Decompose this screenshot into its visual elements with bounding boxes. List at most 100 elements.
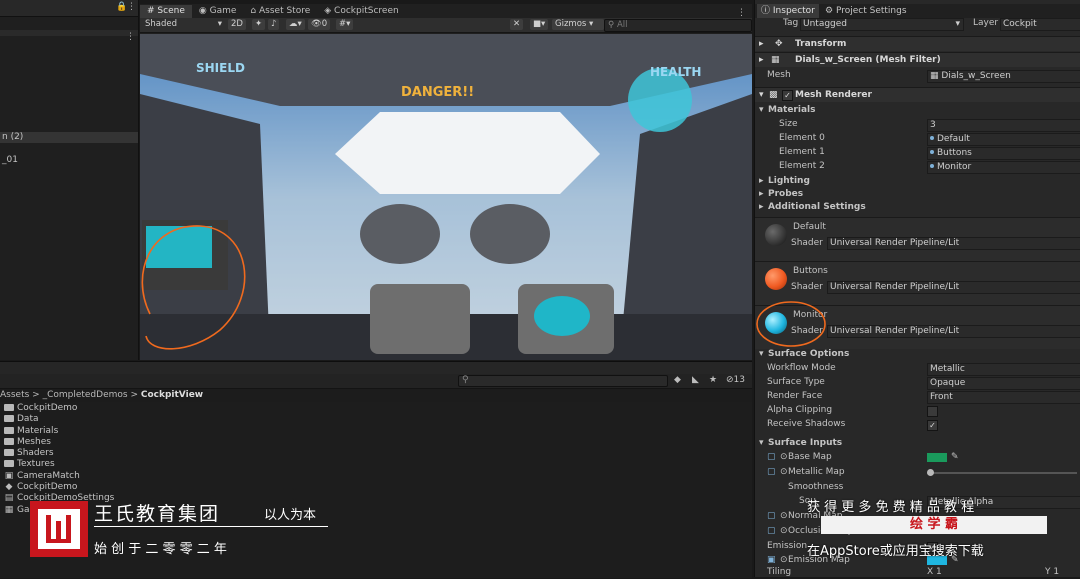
- layer-dropdown[interactable]: Cockpit: [1000, 18, 1080, 31]
- material-default[interactable]: Default Shader Universal Render Pipeline…: [755, 217, 1080, 261]
- tab-scene[interactable]: # Scene: [140, 5, 192, 18]
- texture-slot-icon[interactable]: ▢: [767, 466, 776, 479]
- texture-slot-icon[interactable]: ▢: [767, 525, 776, 538]
- section-label: Surface Inputs: [768, 438, 843, 448]
- hidden-count: 0: [321, 19, 328, 29]
- list-item[interactable]: Textures: [4, 459, 114, 470]
- breadcrumb-item[interactable]: _CompletedDemos: [43, 390, 128, 400]
- shader-value: Universal Render Pipeline/Lit: [830, 238, 960, 248]
- list-item[interactable]: CockpitDemo: [4, 403, 114, 414]
- audio-toggle-icon[interactable]: ♪: [268, 19, 280, 30]
- panel-menu-icon[interactable]: ⋮: [737, 8, 746, 18]
- shader-dropdown[interactable]: Universal Render Pipeline/Lit: [827, 281, 1080, 294]
- tools-icon[interactable]: ✕: [510, 19, 524, 30]
- additional-settings-foldout[interactable]: ▸ Additional Settings: [755, 201, 1080, 214]
- filter-type-icon[interactable]: ◆: [674, 375, 681, 385]
- texture-slot-icon[interactable]: ▢: [767, 510, 776, 523]
- list-item[interactable]: Data: [4, 414, 114, 425]
- shader-dropdown[interactable]: Universal Render Pipeline/Lit: [827, 325, 1080, 338]
- brand-watermark: 王氏教育集团 以人为本 始 创 于 二 零 零 二 年: [30, 497, 330, 557]
- lighting-toggle-icon[interactable]: ✦: [252, 19, 266, 30]
- shader-dropdown[interactable]: Universal Render Pipeline/Lit: [827, 237, 1080, 250]
- hierarchy-panel: 🔒 ⋮ ⋮ n (2) _01: [0, 0, 139, 360]
- filter-label-icon[interactable]: ◣: [692, 375, 699, 385]
- tab-project-settings[interactable]: ⚙ Project Settings: [825, 4, 907, 18]
- hierarchy-item[interactable]: n (2): [0, 132, 138, 143]
- list-item[interactable]: ▣ CameraMatch: [4, 471, 114, 482]
- slider-handle[interactable]: [927, 469, 934, 476]
- property-label: Smoothness: [788, 482, 844, 492]
- lighting-foldout[interactable]: ▸ Lighting: [755, 175, 1080, 188]
- receive-shadows-checkbox[interactable]: ✓: [927, 420, 938, 431]
- tab-cockpit-screen[interactable]: ◈ CockpitScreen: [317, 5, 405, 18]
- alpha-clipping-checkbox[interactable]: [927, 406, 938, 417]
- gear-icon: ⚙: [825, 6, 834, 16]
- breadcrumb-item[interactable]: Assets: [0, 390, 29, 400]
- materials-foldout[interactable]: ▾ Materials: [755, 104, 1080, 117]
- surface-type-dropdown[interactable]: Opaque: [927, 377, 1080, 390]
- project-search-input[interactable]: ⚲: [458, 375, 668, 387]
- breadcrumb-current[interactable]: CockpitView: [141, 390, 203, 400]
- brand-divider: [94, 526, 328, 527]
- hidden-objects-icon[interactable]: 👁0: [308, 19, 331, 30]
- grid-toggle-icon[interactable]: #▾: [336, 19, 354, 30]
- 2d-toggle[interactable]: 2D: [228, 19, 246, 30]
- material-field[interactable]: Monitor: [927, 161, 1080, 174]
- transform-header[interactable]: ▸ ✥ Transform: [755, 36, 1080, 51]
- brand-logo-block: [30, 501, 88, 557]
- tag-dropdown[interactable]: Untagged ▾: [800, 18, 964, 31]
- tiling-y-field[interactable]: Y 1: [1045, 566, 1059, 579]
- property-label: Surface Type: [767, 377, 825, 387]
- mesh-field[interactable]: ▦ Dials_w_Screen: [927, 70, 1080, 83]
- material-field[interactable]: Default: [927, 133, 1080, 146]
- scene-search-input[interactable]: ⚲ All: [604, 19, 752, 32]
- tab-asset-store[interactable]: ⌂ Asset Store: [243, 5, 317, 18]
- material-monitor[interactable]: Monitor Shader Universal Render Pipeline…: [755, 301, 1080, 349]
- favorite-star-icon[interactable]: ★: [709, 375, 717, 385]
- hidden-packages-toggle[interactable]: ⊘13: [726, 375, 745, 385]
- mesh-renderer-header[interactable]: ▾ ▩ ✓ Mesh Renderer: [755, 87, 1080, 102]
- component-enabled-checkbox[interactable]: ✓: [782, 90, 793, 101]
- list-item[interactable]: ◆ CockpitDemo: [4, 482, 114, 493]
- tab-game[interactable]: ◉ Game: [192, 5, 244, 18]
- eyedropper-icon[interactable]: ✎: [951, 451, 959, 464]
- base-map-color-swatch[interactable]: [927, 453, 947, 462]
- element-row: Element 0 Default: [755, 132, 1080, 146]
- menu-icon[interactable]: ⋮: [127, 2, 136, 12]
- target-icon: ⊙: [780, 511, 788, 521]
- probes-foldout[interactable]: ▸ Probes: [755, 188, 1080, 201]
- material-field[interactable]: Buttons: [927, 147, 1080, 160]
- property-row: Alpha Clipping: [755, 404, 1080, 417]
- lock-icon[interactable]: 🔒: [116, 2, 127, 12]
- list-item[interactable]: Meshes: [4, 437, 114, 448]
- size-field[interactable]: 3: [927, 119, 1080, 132]
- tab-inspector[interactable]: ⓘ Inspector: [757, 4, 819, 18]
- shading-mode-dropdown[interactable]: Shaded ▾: [142, 19, 224, 30]
- shader-label: Shader: [791, 238, 823, 248]
- render-face-dropdown[interactable]: Front: [927, 391, 1080, 404]
- camera-dropdown-icon[interactable]: ■▾: [530, 19, 549, 30]
- effects-dropdown-icon[interactable]: ☁▾: [286, 19, 305, 30]
- scene-viewport[interactable]: SHIELD HEALTH DANGER!!: [140, 34, 752, 360]
- metallic-slider[interactable]: [927, 469, 1077, 476]
- surface-options-foldout[interactable]: ▾ Surface Options: [755, 348, 1080, 361]
- prefab-icon: ▣: [4, 470, 14, 481]
- tiling-x-field[interactable]: X 1: [927, 566, 942, 579]
- surface-inputs-foldout[interactable]: ▾ Surface Inputs: [755, 437, 1080, 450]
- mesh-filter-header[interactable]: ▸ ▦ Dials_w_Screen (Mesh Filter): [755, 52, 1080, 67]
- hierarchy-selected-row[interactable]: [0, 30, 138, 36]
- hierarchy-menu-icon[interactable]: ⋮: [126, 32, 135, 42]
- list-item[interactable]: Shaders: [4, 448, 114, 459]
- property-row: Render Face Front: [755, 390, 1080, 404]
- hierarchy-item[interactable]: _01: [0, 155, 138, 166]
- tab-label: Asset Store: [259, 6, 311, 16]
- shader-label: Shader: [791, 282, 823, 292]
- list-item[interactable]: Materials: [4, 426, 114, 437]
- property-row: Surface Type Opaque: [755, 376, 1080, 390]
- target-icon: ⊙: [780, 467, 788, 477]
- folder-icon: [4, 404, 14, 411]
- search-placeholder: All: [616, 20, 628, 30]
- gizmos-dropdown[interactable]: Gizmos ▾: [552, 19, 604, 30]
- texture-slot-icon[interactable]: ▢: [767, 451, 776, 464]
- workflow-mode-dropdown[interactable]: Metallic: [927, 363, 1080, 376]
